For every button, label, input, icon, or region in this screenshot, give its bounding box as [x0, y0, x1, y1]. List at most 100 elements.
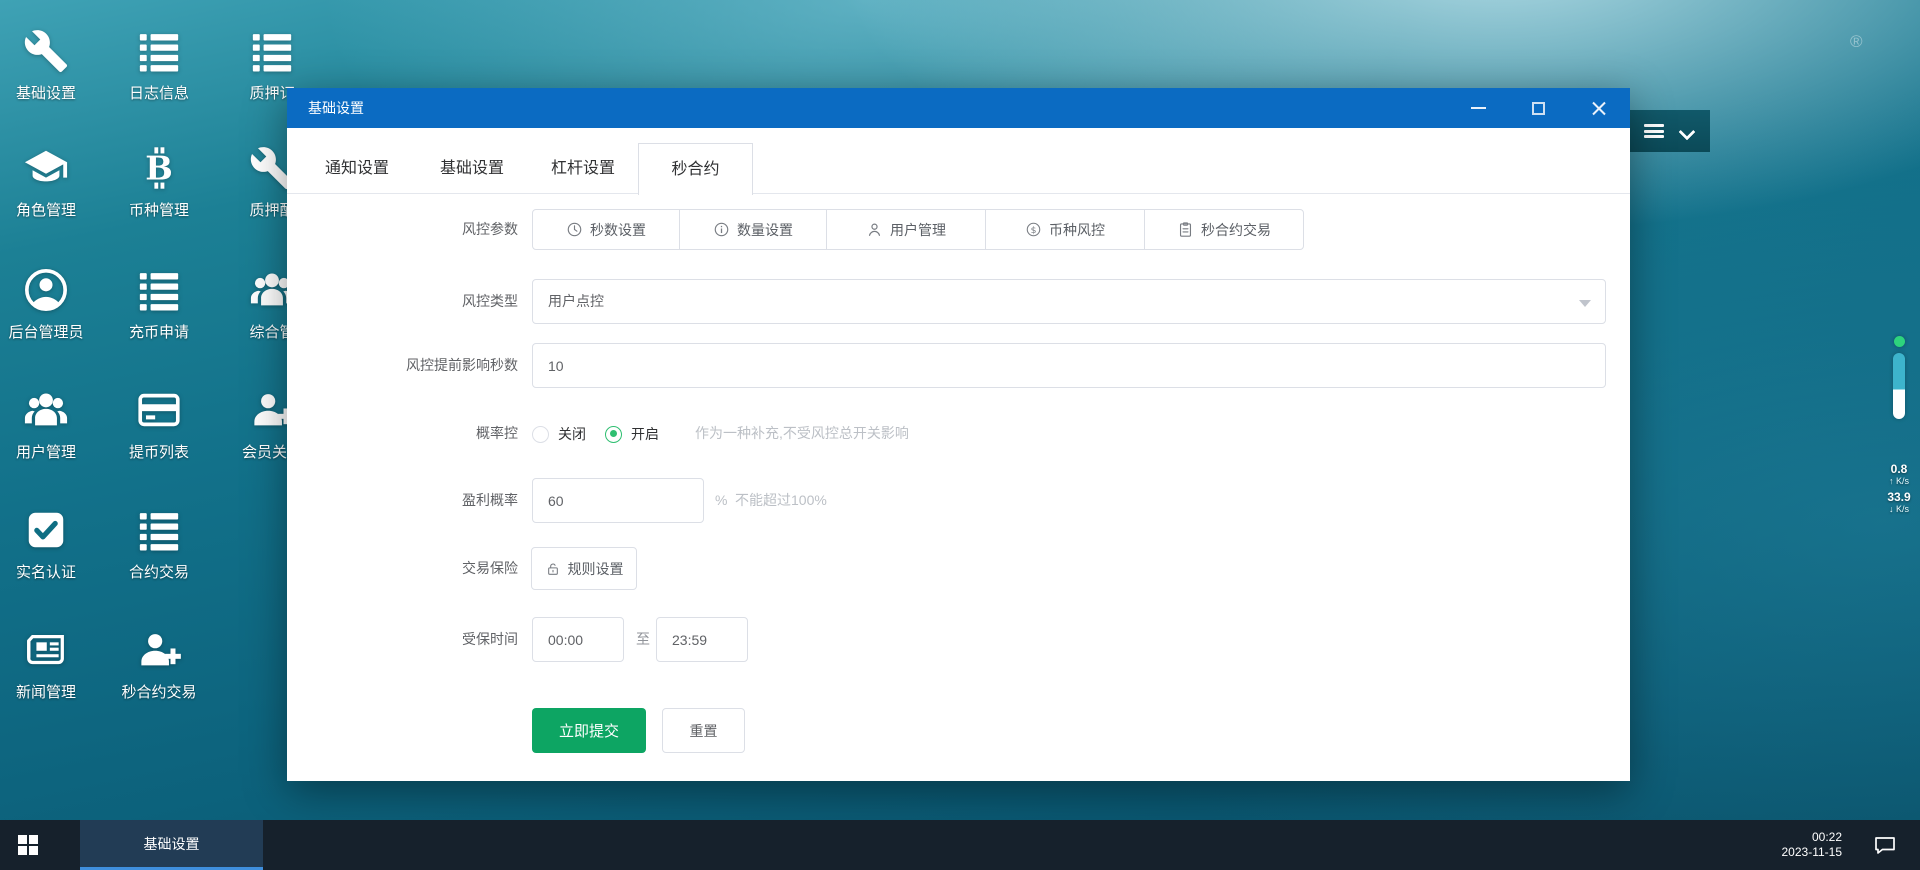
desktop-icon-label: 充币申请	[114, 321, 204, 342]
speed-gauge	[1893, 353, 1905, 419]
taskbar-app-base-settings[interactable]: 基础设置	[80, 820, 263, 870]
settings-dialog: 基础设置 通知设置 基础设置 杠杆设置 秒合约 风控参数 秒数设置	[287, 88, 1630, 781]
advance-seconds-label: 风控提前影响秒数	[287, 343, 518, 388]
order-icon	[1177, 221, 1194, 238]
risk-type-row: 风控类型 用户点控	[287, 279, 1630, 324]
desktop-icon-kyc[interactable]: 实名认证	[1, 507, 91, 582]
status-dot	[1894, 336, 1905, 347]
user-mgmt-button[interactable]: 用户管理	[826, 209, 986, 250]
quantity-settings-button[interactable]: 数量设置	[679, 209, 827, 250]
desktop-icon-label: 新闻管理	[1, 681, 91, 702]
desktop-icon-label: 后台管理员	[1, 321, 91, 342]
seconds-settings-button[interactable]: 秒数设置	[532, 209, 680, 250]
menu-icon[interactable]	[1644, 124, 1664, 138]
info-icon	[713, 221, 730, 238]
chevron-down-icon	[1579, 300, 1591, 307]
radio-checked-icon	[605, 426, 622, 443]
upload-unit: ↑ K/s	[1882, 476, 1916, 487]
probability-note: 作为一种补充,不受风控总开关影响	[695, 413, 909, 453]
submit-button[interactable]: 立即提交	[532, 708, 646, 753]
clock-time: 00:22	[1812, 830, 1842, 845]
reset-button[interactable]: 重置	[662, 708, 745, 753]
actions-row: 立即提交 重置	[287, 708, 1630, 753]
desktop-icon-label: 基础设置	[1, 82, 91, 103]
risk-params-row: 风控参数 秒数设置 数量设置 用户管理 币种风控	[287, 209, 1630, 250]
second-contract-trade-button[interactable]: 秒合约交易	[1144, 209, 1304, 250]
desktop-icon-coin-mgmt[interactable]: 币种管理	[114, 145, 204, 220]
desktop-icon-news-mgmt[interactable]: 新闻管理	[1, 627, 91, 702]
insured-time-end-input[interactable]	[656, 617, 748, 662]
radio-icon	[532, 426, 549, 443]
list-icon	[136, 507, 182, 553]
tab-base-settings[interactable]: 基础设置	[440, 143, 504, 194]
insurance-label: 交易保险	[287, 547, 518, 590]
probability-on-radio[interactable]: 开启	[605, 424, 659, 444]
advance-seconds-input[interactable]	[532, 343, 1606, 388]
close-icon	[1591, 101, 1606, 116]
taskbar-clock: 00:22 2023-11-15	[1782, 820, 1843, 870]
desktop-icon-label: 秒合约交易	[114, 681, 204, 702]
newspaper-icon	[23, 627, 69, 673]
tab-leverage-settings[interactable]: 杠杆设置	[551, 143, 615, 194]
coin-risk-button[interactable]: 币种风控	[985, 209, 1145, 250]
profit-row: 盈利概率 % 不能超过100%	[287, 478, 1630, 523]
risk-params-label: 风控参数	[287, 209, 518, 250]
net-speed-widget: 0.8 ↑ K/s 33.9 ↓ K/s	[1882, 336, 1916, 519]
profit-label: 盈利概率	[287, 478, 518, 523]
desktop-icon-label: 实名认证	[1, 561, 91, 582]
probability-row: 概率控 关闭 开启 作为一种补充,不受风控总开关影响	[287, 413, 1630, 453]
clock-icon	[566, 221, 583, 238]
chat-bubble-icon[interactable]	[1872, 833, 1898, 857]
start-button[interactable]	[0, 820, 56, 870]
risk-params-button-group: 秒数设置 数量设置 用户管理 币种风控 秒合约交易	[532, 209, 1304, 250]
tab-notify-settings[interactable]: 通知设置	[325, 143, 389, 194]
risk-type-value: 用户点控	[548, 293, 604, 309]
lock-icon	[545, 561, 561, 577]
desktop-icon-admin[interactable]: 后台管理员	[1, 267, 91, 342]
risk-type-label: 风控类型	[287, 279, 518, 324]
taskbar: 基础设置 00:22 2023-11-15	[0, 820, 1920, 870]
minimize-icon	[1471, 107, 1486, 109]
desktop-icon-contract-trade[interactable]: 合约交易	[114, 507, 204, 582]
desktop: 基础设置 日志信息 质押订 角色管理 币种管理 质押配 后台管理员 充币申请 综…	[0, 0, 1920, 870]
profit-unit: %	[715, 478, 727, 523]
admin-user-icon	[23, 267, 69, 313]
minimize-button[interactable]	[1448, 88, 1508, 128]
users-icon	[23, 387, 69, 433]
desktop-icon-role-mgmt[interactable]: 角色管理	[1, 145, 91, 220]
list-icon	[136, 28, 182, 74]
risk-type-select[interactable]: 用户点控	[532, 279, 1606, 324]
maximize-button[interactable]	[1508, 88, 1568, 128]
insured-time-start-input[interactable]	[532, 617, 624, 662]
rules-settings-button[interactable]: 规则设置	[531, 547, 637, 590]
desktop-icon-second-contract[interactable]: 秒合约交易	[114, 627, 204, 702]
desktop-icon-user-mgmt[interactable]: 用户管理	[1, 387, 91, 462]
chevron-down-icon[interactable]	[1680, 124, 1694, 138]
user-icon	[866, 221, 883, 238]
download-speed: 33.9	[1882, 491, 1916, 504]
list-icon	[136, 267, 182, 313]
probability-label: 概率控	[287, 413, 518, 453]
wrench-icon	[23, 28, 69, 74]
graduation-cap-icon	[23, 145, 69, 191]
check-square-icon	[23, 507, 69, 553]
desktop-icon-withdraw-list[interactable]: 提币列表	[114, 387, 204, 462]
close-button[interactable]	[1568, 88, 1628, 128]
desktop-icon-base-settings[interactable]: 基础设置	[1, 28, 91, 103]
dialog-titlebar[interactable]: 基础设置	[287, 88, 1630, 128]
tab-second-contract-active[interactable]: 秒合约	[638, 143, 753, 195]
dialog-title: 基础设置	[287, 98, 364, 118]
credit-card-icon	[136, 387, 182, 433]
profit-input[interactable]	[532, 478, 704, 523]
maximize-icon	[1532, 102, 1545, 115]
probability-off-radio[interactable]: 关闭	[532, 424, 586, 444]
download-unit: ↓ K/s	[1882, 504, 1916, 515]
desktop-icon-label: 币种管理	[114, 199, 204, 220]
registered-watermark: ®	[1850, 32, 1863, 52]
dollar-icon	[1025, 221, 1042, 238]
desktop-icon-label: 日志信息	[114, 82, 204, 103]
user-plus-icon	[136, 627, 182, 673]
desktop-icon-log-info[interactable]: 日志信息	[114, 28, 204, 103]
desktop-icon-label: 用户管理	[1, 441, 91, 462]
desktop-icon-deposit-apply[interactable]: 充币申请	[114, 267, 204, 342]
